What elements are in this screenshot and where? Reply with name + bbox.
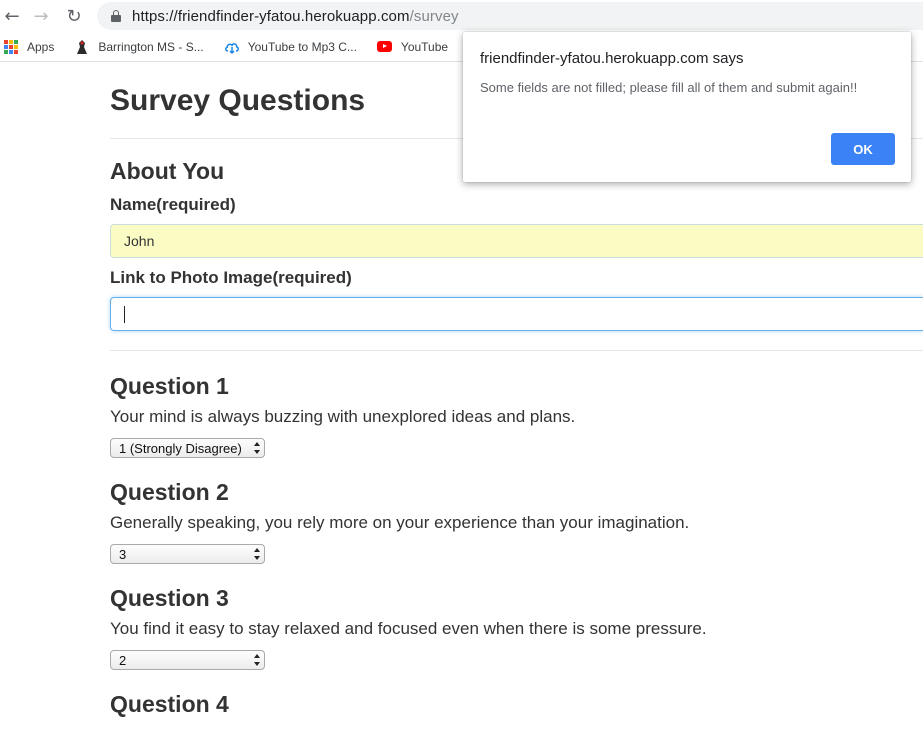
select-arrows-icon bbox=[254, 654, 260, 666]
bookmark-youtube[interactable]: YouTube bbox=[377, 39, 448, 55]
question-2-select[interactable]: 3 bbox=[110, 544, 265, 564]
question-3-text: You find it easy to stay relaxed and foc… bbox=[110, 619, 707, 638]
bookmark-label: Barrington MS - S... bbox=[98, 39, 204, 54]
bookmark-barrington[interactable]: Barrington MS - S... bbox=[74, 39, 204, 55]
name-label: Name(required) bbox=[110, 195, 236, 214]
bookmark-youtube-mp3[interactable]: YouTube to Mp3 C... bbox=[224, 39, 357, 55]
back-arrow-icon[interactable]: ← bbox=[0, 4, 24, 28]
select-arrows-icon bbox=[254, 442, 260, 454]
bookmark-label: YouTube bbox=[400, 39, 449, 54]
bookmark-label: YouTube to Mp3 C... bbox=[247, 39, 357, 54]
forward-arrow-icon[interactable]: → bbox=[29, 4, 53, 28]
dialog-title: friendfinder-yfatou.herokuapp.com says bbox=[480, 50, 744, 67]
question-1-select[interactable]: 1 (Strongly Disagree) bbox=[110, 438, 265, 458]
question-1-text: Your mind is always buzzing with unexplo… bbox=[110, 407, 576, 426]
cloud-download-icon bbox=[224, 39, 240, 55]
select-arrows-icon bbox=[254, 548, 260, 560]
question-2-selected: 3 bbox=[119, 546, 127, 562]
divider bbox=[110, 350, 923, 351]
school-logo-icon bbox=[74, 39, 90, 55]
text-cursor bbox=[124, 305, 125, 323]
question-3-select[interactable]: 2 bbox=[110, 650, 265, 670]
question-4-heading: Question 4 bbox=[110, 691, 229, 717]
about-heading: About You bbox=[110, 158, 225, 184]
question-3-selected: 2 bbox=[119, 652, 127, 668]
apps-grid-icon bbox=[3, 39, 19, 55]
question-2-heading: Question 2 bbox=[110, 479, 229, 505]
dialog-message: Some fields are not filled; please fill … bbox=[480, 80, 858, 95]
ok-button[interactable]: OK bbox=[831, 133, 895, 165]
question-3-heading: Question 3 bbox=[110, 585, 229, 611]
question-2-text: Generally speaking, you rely more on you… bbox=[110, 513, 690, 532]
address-bar[interactable]: https://friendfinder-yfatou.herokuapp.co… bbox=[97, 2, 923, 30]
name-input-value: John bbox=[124, 233, 155, 249]
reload-icon[interactable]: ↻ bbox=[62, 4, 86, 28]
photo-label: Link to Photo Image(required) bbox=[110, 268, 352, 287]
bookmark-apps[interactable]: Apps bbox=[3, 39, 54, 55]
bookmark-label: Apps bbox=[27, 39, 55, 54]
page-title: Survey Questions bbox=[110, 84, 366, 117]
browser-toolbar: ← → ↻ https://friendfinder-yfatou.heroku… bbox=[0, 0, 923, 32]
photo-link-input[interactable] bbox=[110, 297, 923, 331]
lock-icon bbox=[111, 10, 121, 22]
question-1-selected: 1 (Strongly Disagree) bbox=[119, 440, 242, 456]
alert-dialog: friendfinder-yfatou.herokuapp.com says S… bbox=[463, 32, 911, 182]
url-text: https://friendfinder-yfatou.herokuapp.co… bbox=[132, 7, 459, 25]
name-input[interactable]: John bbox=[110, 224, 923, 258]
youtube-icon bbox=[377, 39, 393, 55]
question-1-heading: Question 1 bbox=[110, 373, 229, 399]
